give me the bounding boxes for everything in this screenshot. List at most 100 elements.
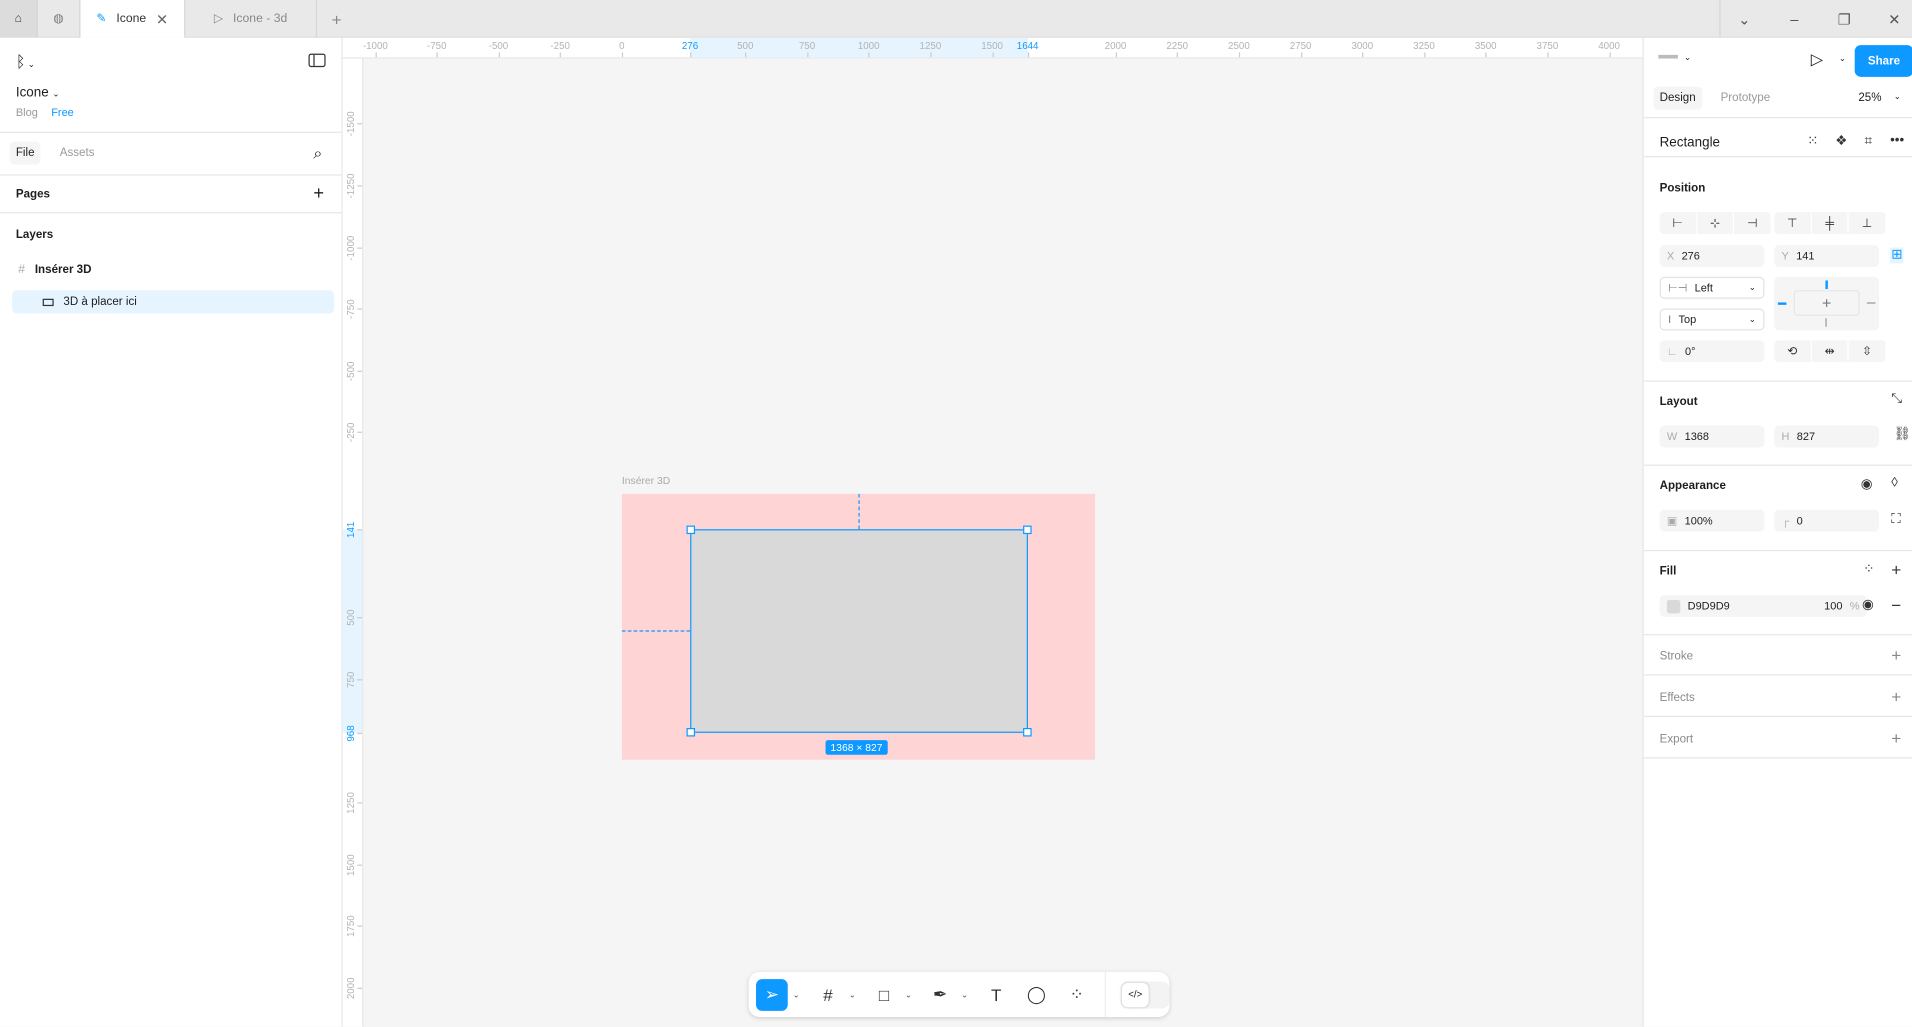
resize-handle[interactable] — [686, 727, 696, 737]
add-stroke-icon[interactable]: + — [1891, 646, 1901, 663]
component-icon[interactable]: ❖ — [1835, 135, 1847, 148]
rotate-icon[interactable]: ⟲ — [1774, 340, 1812, 363]
individual-corners-icon[interactable]: ⛶ — [1891, 513, 1900, 526]
selected-rectangle[interactable] — [686, 525, 1032, 737]
pen-tool[interactable]: ✒ — [924, 979, 956, 1011]
new-tab-button[interactable]: + — [317, 0, 356, 38]
main-menu-button[interactable]: ᛒ ⌄ — [16, 52, 35, 70]
styles-icon[interactable]: ⁘ — [1863, 563, 1874, 576]
y-input[interactable]: Y 141 — [1774, 245, 1880, 268]
shape-tool[interactable]: □ — [868, 979, 900, 1011]
tab-design[interactable]: Design — [1653, 86, 1702, 110]
chevron-down-icon[interactable]: ⌄ — [956, 990, 973, 1000]
chevron-down-icon[interactable]: ⌄ — [900, 990, 917, 1000]
align-bottom-icon[interactable]: ⊥ — [1849, 212, 1887, 235]
flip-horizontal-icon[interactable]: ⇹ — [1812, 340, 1850, 363]
tab-assets[interactable]: Assets — [60, 146, 95, 159]
fill-row[interactable]: D9D9D9 100 % — [1659, 595, 1867, 618]
remove-fill-icon[interactable]: − — [1891, 596, 1901, 613]
search-icon[interactable]: ⌕ — [313, 144, 322, 164]
ruler-label: -1250 — [345, 173, 357, 199]
avatar[interactable] — [1658, 54, 1678, 59]
home-button[interactable]: ⌂ — [0, 0, 38, 38]
constrain-proportions-icon[interactable]: ⛓ — [1894, 427, 1911, 441]
plan-badge[interactable]: Free — [51, 106, 74, 118]
align-right-icon[interactable]: ⊣ — [1734, 212, 1772, 235]
tab-icone[interactable]: ✎ Icone ✕ — [80, 0, 186, 38]
ruler-tick — [1362, 52, 1364, 58]
grid-icon[interactable]: ⁙ — [1807, 135, 1818, 148]
chevron-down-icon[interactable]: ⌄ — [844, 990, 861, 1000]
constraints-toggle-icon[interactable]: ⊞ — [1890, 247, 1904, 264]
eye-icon[interactable]: ◉ — [1862, 598, 1874, 612]
actions-tool[interactable]: ⁘ — [1061, 979, 1093, 1011]
align-center-h-icon[interactable]: ⊹ — [1697, 212, 1735, 235]
share-button[interactable]: Share — [1854, 45, 1912, 77]
tab-icone-3d[interactable]: ▷ Icone - 3d — [185, 0, 318, 38]
ruler-tick — [560, 52, 562, 58]
align-left-icon[interactable]: ⊢ — [1660, 212, 1698, 235]
horizontal-constraint-dropdown[interactable]: ⊢⊣ Left ⌄ — [1659, 276, 1765, 299]
chevron-down-icon: ⌄ — [1738, 10, 1751, 28]
blend-mode-drop-icon[interactable]: ◊ — [1891, 476, 1898, 490]
ruler-label: 1644 — [1016, 40, 1039, 52]
add-fill-icon[interactable]: + — [1891, 561, 1901, 578]
resize-handle[interactable] — [1023, 525, 1032, 535]
team-name[interactable]: Blog — [16, 106, 38, 118]
add-page-icon[interactable]: + — [313, 183, 324, 204]
x-input[interactable]: X 276 — [1659, 245, 1765, 268]
resize-handle[interactable] — [1023, 727, 1032, 737]
ruler-tick — [930, 52, 932, 58]
toggle-sidebar-icon[interactable] — [308, 53, 326, 68]
close-tab-icon[interactable]: ✕ — [156, 10, 168, 27]
add-effect-icon[interactable]: + — [1891, 688, 1901, 705]
constraints-widget[interactable]: + — [1774, 276, 1880, 331]
maximize-button[interactable]: ❐ — [1819, 0, 1869, 38]
corner-radius-input[interactable]: ┌ 0 — [1774, 509, 1880, 532]
text-tool[interactable]: T — [980, 979, 1012, 1011]
fill-swatch[interactable] — [1666, 599, 1681, 613]
ruler-label: 1250 — [919, 40, 942, 52]
align-middle-icon[interactable]: ╪ — [1812, 212, 1850, 235]
collapse-icon[interactable]: ⤡ — [1891, 392, 1902, 406]
resize-handle[interactable] — [686, 525, 696, 535]
minimize-button[interactable]: – — [1769, 0, 1819, 38]
dev-mode-toggle[interactable]: </> — [1120, 981, 1170, 1008]
comment-tool[interactable]: ◯ — [1021, 979, 1053, 1011]
height-input[interactable]: H 827 — [1774, 425, 1880, 448]
chevron-down-icon[interactable]: ⌄ — [1839, 54, 1846, 64]
chevron-down-icon[interactable]: ⌄ — [788, 990, 805, 1000]
chevron-down-icon[interactable]: ⌄ — [1684, 52, 1691, 63]
layer-item-rectangle[interactable]: 3D à placer ici — [12, 290, 335, 314]
community-button[interactable]: ◍ — [38, 0, 81, 38]
layer-item-frame[interactable]: # Insérer 3D — [12, 257, 334, 281]
move-tool[interactable]: ➢ — [756, 978, 788, 1011]
tab-file[interactable]: File — [9, 141, 41, 165]
tab-prototype[interactable]: Prototype — [1721, 91, 1771, 104]
stroke-heading: Stroke — [1659, 649, 1694, 664]
chevron-down-icon[interactable]: ⌄ — [1894, 91, 1901, 102]
ruler-tick — [868, 52, 870, 58]
frame-label[interactable]: Insérer 3D — [622, 474, 670, 486]
width-input[interactable]: W 1368 — [1659, 425, 1765, 448]
eye-icon[interactable]: ◉ — [1861, 477, 1873, 491]
flip-vertical-icon[interactable]: ⇳ — [1849, 340, 1887, 363]
restore-icon: ❐ — [1837, 10, 1851, 28]
align-top-icon[interactable]: ⊤ — [1774, 212, 1812, 235]
ruler-tick — [375, 52, 377, 58]
file-name-button[interactable]: Icone ⌄ — [16, 85, 60, 100]
add-export-icon[interactable]: + — [1891, 729, 1901, 746]
ruler-label: 750 — [798, 40, 816, 52]
more-options-icon[interactable]: ••• — [1890, 134, 1904, 147]
rotation-input[interactable]: ∟ 0° — [1659, 340, 1765, 363]
frame-tool[interactable]: # — [812, 979, 844, 1011]
vertical-constraint-dropdown[interactable]: I Top ⌄ — [1659, 308, 1765, 331]
close-window-button[interactable]: ✕ — [1869, 0, 1912, 38]
tabs-dropdown-button[interactable]: ⌄ — [1719, 0, 1769, 38]
zoom-level-dropdown[interactable]: 25% — [1858, 91, 1881, 104]
opacity-input[interactable]: ▣ 100% — [1659, 509, 1765, 532]
frame-selection-icon[interactable]: ⌗ — [1864, 135, 1872, 148]
present-play-icon[interactable]: ▷ — [1811, 50, 1823, 70]
ruler-label: 3500 — [1474, 40, 1497, 52]
fill-opacity-input[interactable]: 100 — [1824, 600, 1842, 612]
